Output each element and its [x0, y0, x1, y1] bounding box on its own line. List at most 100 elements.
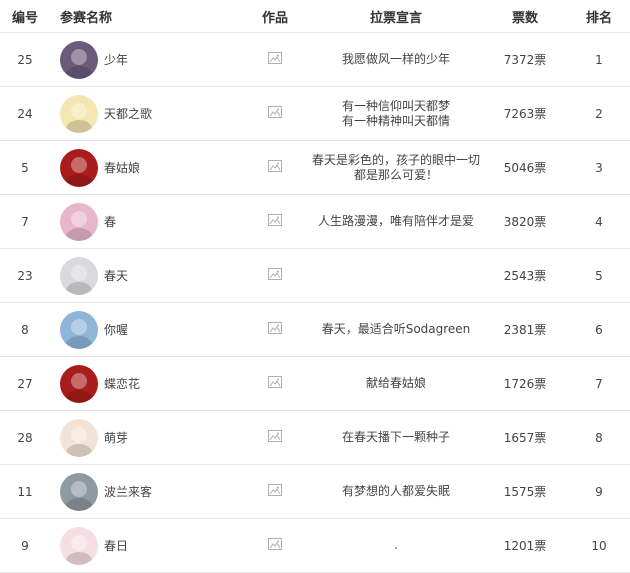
table-row: 7 春 人生路漫漫，唯有陪伴才是爱 3820票 4	[0, 195, 630, 249]
entry-name[interactable]: 少年	[104, 51, 128, 68]
entry-name-cell[interactable]: 你喔	[50, 310, 240, 349]
entry-name[interactable]: 你喔	[104, 321, 128, 338]
entry-votes: 7372票	[503, 53, 547, 67]
table-row: 25 少年 我愿做风一样的少年 7372票 1	[0, 33, 630, 87]
header-name: 参赛名称	[60, 10, 113, 26]
avatar[interactable]	[60, 256, 98, 295]
entry-votes: 7263票	[503, 107, 547, 121]
work-cell[interactable]	[240, 322, 310, 337]
entry-rank: 4	[595, 214, 603, 229]
table-row: 28 萌芽 在春天播下一颗种子 1657票 8	[0, 411, 630, 465]
entry-id: 9	[21, 538, 29, 553]
avatar[interactable]	[60, 526, 98, 565]
entry-votes: 1575票	[503, 485, 547, 499]
image-placeholder-icon[interactable]	[268, 268, 282, 280]
avatar[interactable]	[60, 94, 98, 133]
image-placeholder-icon[interactable]	[268, 376, 282, 388]
entry-id: 23	[17, 268, 33, 283]
avatar[interactable]	[60, 472, 98, 511]
entry-id: 11	[17, 484, 33, 499]
entry-name[interactable]: 蝶恋花	[104, 375, 140, 392]
entry-slogan: 有梦想的人都爱失眠	[341, 484, 450, 498]
entry-rank: 5	[595, 268, 603, 283]
entry-name-cell[interactable]: 蝶恋花	[50, 364, 240, 403]
entry-slogan: 人生路漫漫，唯有陪伴才是爱	[317, 214, 474, 228]
table-row: 9 春日. 1201票 10	[0, 519, 630, 573]
entry-name-cell[interactable]: 春	[50, 202, 240, 241]
work-cell[interactable]	[240, 160, 310, 175]
image-placeholder-icon[interactable]	[268, 538, 282, 550]
entry-votes: 5046票	[503, 161, 547, 175]
entry-slogan: 我愿做风一样的少年	[341, 52, 450, 66]
image-placeholder-icon[interactable]	[268, 484, 282, 496]
image-placeholder-icon[interactable]	[268, 52, 282, 64]
entry-name-cell[interactable]: 少年	[50, 40, 240, 79]
entry-rank: 10	[591, 538, 607, 553]
entry-slogan: 春天，最适合听Sodagreen	[321, 322, 471, 336]
table-row: 11 波兰来客 有梦想的人都爱失眠 1575票 9	[0, 465, 630, 519]
image-placeholder-icon[interactable]	[268, 160, 282, 172]
entry-name[interactable]: 天都之歌	[104, 105, 152, 122]
header-work: 作品	[261, 10, 288, 26]
entry-name[interactable]: 春姑娘	[104, 159, 140, 176]
work-cell[interactable]	[240, 376, 310, 391]
entry-name[interactable]: 春日	[104, 537, 128, 554]
entry-slogan: 献给春姑娘	[365, 376, 426, 390]
image-placeholder-icon[interactable]	[268, 322, 282, 334]
header-rank: 排名	[585, 10, 612, 26]
entry-slogan: 春天是彩色的，孩子的眼中一切都是那么可爱！	[311, 152, 480, 182]
image-placeholder-icon[interactable]	[268, 214, 282, 226]
entry-name-cell[interactable]: 萌芽	[50, 418, 240, 457]
entry-id: 5	[21, 160, 29, 175]
header-votes: 票数	[511, 10, 538, 26]
entry-name[interactable]: 萌芽	[104, 429, 128, 446]
ranking-table: 编号 参赛名称 作品 拉票宣言 票数 排名 25 少年 我愿做风一样的少年 7372票…	[0, 0, 630, 573]
table-body: 25 少年 我愿做风一样的少年 7372票 1 24 天都之歌 有一种信仰叫天都梦 有一种精神…	[0, 33, 630, 573]
header-slogan: 拉票宣言	[369, 10, 422, 26]
entry-rank: 7	[595, 376, 603, 391]
avatar[interactable]	[60, 40, 98, 79]
entry-slogan: 在春天播下一颗种子	[341, 430, 450, 444]
entry-votes: 2381票	[503, 323, 547, 337]
entry-rank: 6	[595, 322, 603, 337]
avatar[interactable]	[60, 202, 98, 241]
work-cell[interactable]	[240, 214, 310, 229]
entry-id: 7	[21, 214, 29, 229]
entry-rank: 8	[595, 430, 603, 445]
entry-name[interactable]: 春	[104, 213, 116, 230]
work-cell[interactable]	[240, 52, 310, 67]
entry-name-cell[interactable]: 春日	[50, 526, 240, 565]
entry-name[interactable]: 春天	[104, 267, 128, 284]
work-cell[interactable]	[240, 538, 310, 553]
entry-id: 25	[17, 52, 33, 67]
entry-votes: 3820票	[503, 215, 547, 229]
entry-slogan: .	[394, 538, 398, 552]
entry-slogan: 有一种信仰叫天都梦 有一种精神叫天都情	[341, 98, 450, 128]
table-row: 8 你喔 春天，最适合听Sodagreen 2381票 6	[0, 303, 630, 357]
work-cell[interactable]	[240, 484, 310, 499]
avatar[interactable]	[60, 148, 98, 187]
entry-rank: 1	[595, 52, 603, 67]
entry-name-cell[interactable]: 波兰来客	[50, 472, 240, 511]
entry-name[interactable]: 波兰来客	[104, 483, 152, 500]
table-row: 5 春姑娘 春天是彩色的，孩子的眼中一切都是那么可爱！ 5046票 3	[0, 141, 630, 195]
entry-votes: 2543票	[503, 269, 547, 283]
image-placeholder-icon[interactable]	[268, 106, 282, 118]
entry-name-cell[interactable]: 春姑娘	[50, 148, 240, 187]
entry-name-cell[interactable]: 天都之歌	[50, 94, 240, 133]
table-header: 编号 参赛名称 作品 拉票宣言 票数 排名	[0, 0, 630, 33]
entry-id: 24	[17, 106, 33, 121]
table-row: 24 天都之歌 有一种信仰叫天都梦 有一种精神叫天都情 7263票 2	[0, 87, 630, 141]
entry-votes: 1201票	[503, 539, 547, 553]
entry-rank: 2	[595, 106, 603, 121]
work-cell[interactable]	[240, 106, 310, 121]
avatar[interactable]	[60, 310, 98, 349]
work-cell[interactable]	[240, 430, 310, 445]
image-placeholder-icon[interactable]	[268, 430, 282, 442]
avatar[interactable]	[60, 364, 98, 403]
entry-name-cell[interactable]: 春天	[50, 256, 240, 295]
work-cell[interactable]	[240, 268, 310, 283]
avatar[interactable]	[60, 418, 98, 457]
header-id: 编号	[11, 10, 38, 26]
entry-votes: 1657票	[503, 431, 547, 445]
